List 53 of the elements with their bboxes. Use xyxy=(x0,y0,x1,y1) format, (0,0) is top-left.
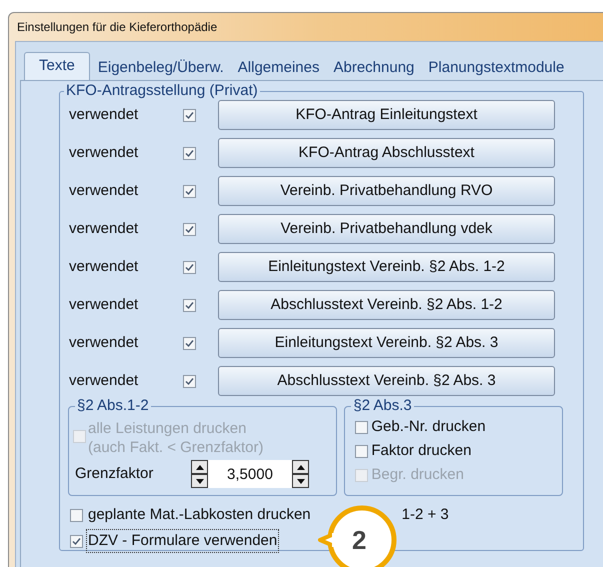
spin-up-button[interactable] xyxy=(191,460,208,474)
text-button[interactable]: Einleitungstext Vereinb. §2 Abs. 3 xyxy=(218,328,555,358)
checkbox[interactable] xyxy=(183,108,196,122)
spin-down-button[interactable] xyxy=(191,474,208,488)
group-title: KFO-Antragsstellung (Privat) xyxy=(64,82,260,100)
checkbox[interactable] xyxy=(183,336,196,350)
tab[interactable]: Planungstextmodule xyxy=(422,56,570,80)
up-triangle-icon xyxy=(196,464,204,470)
checkbox[interactable] xyxy=(70,508,83,522)
row-label: verwendet xyxy=(69,218,140,239)
down-triangle-icon xyxy=(296,478,304,484)
row-label: verwendet xyxy=(69,180,140,201)
row-label: verwendet xyxy=(69,370,140,391)
tab[interactable]: Texte xyxy=(24,52,90,80)
row-label: verwendet xyxy=(69,256,140,277)
window-title: Einstellungen für die Kieferorthopädie xyxy=(17,19,218,36)
text-button[interactable]: Abschlusstext Vereinb. §2 Abs. 3 xyxy=(218,366,555,396)
row-label: verwendet xyxy=(69,332,140,353)
option-label: geplante Mat.-Labkosten drucken xyxy=(87,504,312,525)
checkbox[interactable] xyxy=(355,444,368,458)
option-label: Begr. drucken xyxy=(371,464,464,485)
grenzfaktor-field[interactable]: 3,5000 xyxy=(208,460,292,488)
text-button[interactable]: KFO-Antrag Einleitungstext xyxy=(218,100,555,130)
checkbox[interactable] xyxy=(183,222,196,236)
text-button[interactable]: Abschlusstext Vereinb. §2 Abs. 1-2 xyxy=(218,290,555,320)
checkbox[interactable] xyxy=(183,374,196,388)
callout-number: 2 xyxy=(352,525,366,555)
checkbox[interactable] xyxy=(70,534,83,548)
option-label: Faktor drucken xyxy=(371,440,472,461)
option-label: DZV - Formulare verwenden xyxy=(86,528,280,554)
checkbox[interactable] xyxy=(183,184,196,198)
down-triangle-icon xyxy=(196,478,204,484)
text-button[interactable]: Vereinb. Privatbehandlung RVO xyxy=(218,176,555,206)
text-button[interactable]: Einleitungstext Vereinb. §2 Abs. 1-2 xyxy=(218,252,555,282)
option-label: Geb.-Nr. drucken xyxy=(371,416,486,437)
checkbox[interactable] xyxy=(183,260,196,274)
tab[interactable]: Allgemeines xyxy=(232,56,326,80)
spin-down-button[interactable] xyxy=(292,474,309,488)
checkbox[interactable] xyxy=(183,146,196,160)
option-label: alle Leistungen drucken (auch Fakt. < Grenzfaktor) xyxy=(88,419,264,457)
field-label: Grenzfaktor xyxy=(74,464,154,484)
tab[interactable]: Abrechnung xyxy=(328,56,420,80)
checkbox[interactable] xyxy=(183,298,196,312)
up-triangle-icon xyxy=(296,464,304,470)
row-label: verwendet xyxy=(69,104,140,125)
checkbox[interactable] xyxy=(355,420,368,434)
row-label: verwendet xyxy=(69,142,140,163)
text-button[interactable]: KFO-Antrag Abschlusstext xyxy=(218,138,555,168)
spin-up-button[interactable] xyxy=(292,460,309,474)
text-button[interactable]: Vereinb. Privatbehandlung vdek xyxy=(218,214,555,244)
option-label-suffix: 1-2 + 3 xyxy=(402,504,449,525)
row-label: verwendet xyxy=(69,294,140,315)
tab[interactable]: Eigenbeleg/Überw. xyxy=(92,56,230,80)
